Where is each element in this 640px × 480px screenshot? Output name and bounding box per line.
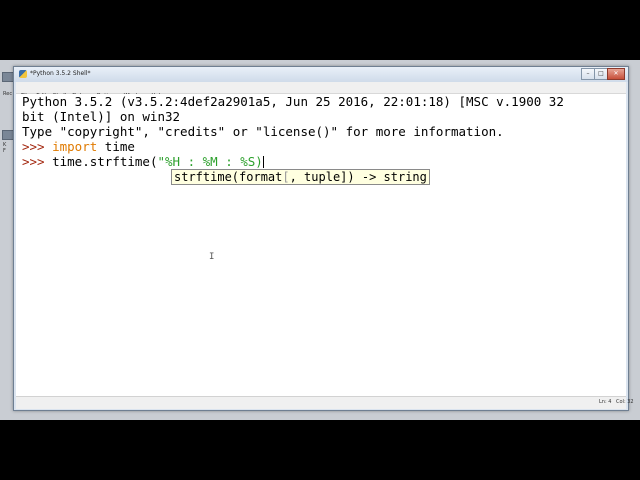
close-button[interactable]: ✕ [607, 68, 625, 80]
text-cursor [262, 156, 264, 168]
title-bar[interactable]: *Python 3.5.2 Shell* – □ ✕ [14, 67, 628, 82]
code-text: time.strftime( [52, 154, 158, 169]
status-line-number: Ln: 4 [599, 399, 612, 405]
video-letterbox-top [0, 0, 640, 60]
shell-prompt: >>> [22, 139, 53, 154]
code-text: time [97, 139, 135, 154]
status-bar: Ln: 4 Col: 32 [16, 396, 634, 409]
window-title: *Python 3.5.2 Shell* [30, 70, 91, 77]
menu-bar: FileEditShellDebugOptionsWindowHelp [16, 82, 626, 99]
desktop-icon-label: Rec [3, 91, 13, 97]
shell-text-area[interactable]: Python 3.5.2 (v3.5.2:4def2a2901a5, Jun 2… [16, 94, 626, 396]
calltip-text: strftime(format [174, 170, 283, 184]
calltip-bracket: [ [282, 170, 290, 184]
code-string: "%H : %M : %S) [157, 154, 263, 169]
shell-input-line: >>> time.strftime("%H : %M : %S) [22, 154, 264, 169]
desktop-icon-label: F [3, 148, 6, 154]
banner-line: Python 3.5.2 (v3.5.2:4def2a2901a5, Jun 2… [22, 94, 564, 109]
code-keyword: import [52, 139, 98, 154]
shell-prompt: >>> [22, 154, 53, 169]
shell-input-line: >>> import time [22, 139, 135, 154]
python-shell-window: *Python 3.5.2 Shell* – □ ✕ FileEditShell… [13, 66, 634, 411]
minimize-button[interactable]: – [581, 68, 595, 80]
ibeam-cursor-icon: I [209, 252, 215, 262]
python-logo-icon [19, 70, 27, 78]
banner-line: bit (Intel)] on win32 [22, 109, 181, 124]
maximize-button[interactable]: □ [594, 68, 608, 80]
status-column-number: Col: 32 [616, 399, 634, 405]
calltip-tooltip: strftime(format[, tuple]) -> string [171, 169, 430, 185]
calltip-text: , tuple]) -> string [289, 170, 427, 184]
video-letterbox-bottom [0, 420, 640, 480]
banner-line: Type "copyright", "credits" or "license(… [22, 124, 504, 139]
